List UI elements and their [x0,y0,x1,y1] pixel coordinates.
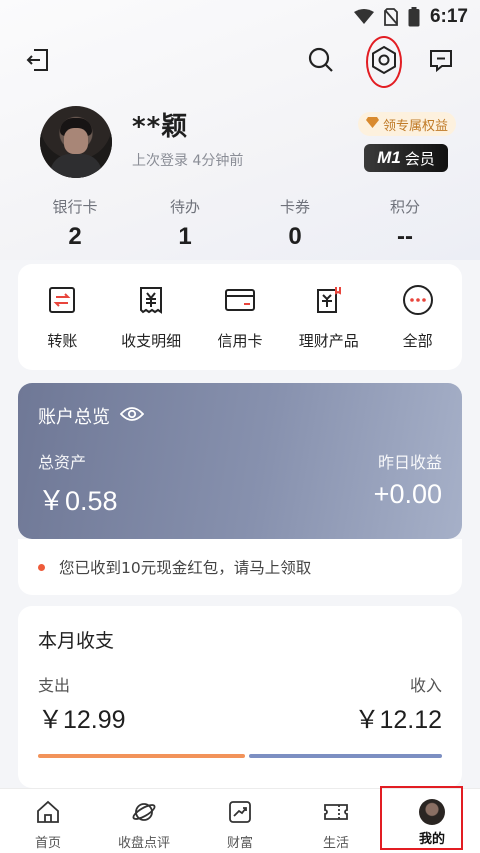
stat-value: 1 [178,223,192,250]
wifi-icon [353,9,374,25]
settings-highlight [366,36,402,88]
search-button[interactable] [303,44,339,80]
quick-action-label: 信用卡 [217,332,263,350]
mine-tab-highlight [380,786,463,850]
quick-action-bill-details[interactable]: 收支明细 [107,282,195,370]
search-icon [307,46,335,78]
nav-label: 财富 [226,836,253,851]
message-icon [428,47,454,77]
more-icon [400,282,436,318]
avatar-body [50,154,102,178]
quick-action-transfer[interactable]: 转账 [18,282,106,370]
exclusive-perks-badge[interactable]: 领专属权益 [358,112,457,136]
yesterday-earnings-value: +0.00 [373,479,442,509]
account-stats: 银行卡 2 待办 1 卡券 0 积分 -- [20,196,460,258]
logout-button[interactable] [20,44,56,80]
member-badge[interactable]: M1 会员 [364,144,448,172]
stat-value: -- [397,223,413,250]
ticket-icon [322,799,350,829]
income-value: ￥12.12 [354,706,442,734]
expense-value: ￥12.99 [38,706,126,734]
expense-bar [38,754,245,758]
stat-todo[interactable]: 待办 1 [130,196,240,258]
nav-label: 生活 [322,836,349,851]
logout-icon [25,47,51,77]
stat-label: 积分 [389,198,420,216]
user-name: **颖 [132,112,189,142]
no-sim-icon [384,8,398,26]
planet-icon [131,799,157,829]
wealth-product-icon [311,282,347,318]
avatar-face [64,128,88,154]
monthly-title: 本月收支 [38,630,115,652]
nav-home[interactable]: 首页 [0,789,96,853]
home-icon [35,799,61,829]
quick-actions-card: 转账 收支明细 信用卡 理财产品 全部 [18,264,462,370]
nav-life[interactable]: 生活 [288,789,384,853]
quick-action-all[interactable]: 全部 [374,282,462,370]
monthly-summary-card[interactable]: 本月收支 支出 收入 ￥12.99 ￥12.12 [18,606,462,788]
quick-action-label: 理财产品 [298,332,359,350]
perk-label: 领专属权益 [383,118,449,134]
stat-label: 银行卡 [52,198,98,216]
overview-title: 账户总览 [38,407,110,428]
status-bar: 6:17 [0,0,480,34]
top-toolbar [0,38,480,86]
stat-bank-cards[interactable]: 银行卡 2 [20,196,130,258]
income-bar [248,754,442,758]
stat-coupons[interactable]: 卡券 0 [240,196,350,258]
stat-value: 0 [288,223,302,250]
clock: 6:17 [429,6,468,27]
stat-label: 卡券 [279,198,310,216]
nav-wealth[interactable]: 财富 [192,789,288,853]
expense-label: 支出 [38,676,71,695]
bill-icon [133,282,169,318]
quick-action-label: 转账 [47,332,78,350]
total-assets-label: 总资产 [38,453,87,472]
income-expense-bar [38,754,442,758]
stat-value: 2 [68,223,82,250]
red-packet-notice[interactable]: 您已收到10元现金红包，请马上领取 [18,539,462,595]
credit-card-icon [222,282,258,318]
quick-action-label: 收支明细 [121,332,182,350]
stat-points[interactable]: 积分 -- [350,196,460,258]
last-login-text: 上次登录 4分钟前 [132,153,244,169]
stat-label: 待办 [169,198,200,216]
income-label: 收入 [409,676,442,695]
member-tier: M1 [377,148,401,167]
transfer-icon [44,282,80,318]
message-button[interactable] [423,44,459,80]
avatar[interactable] [40,106,112,178]
total-assets-value: ￥0.58 [38,486,118,516]
diamond-icon [366,116,379,132]
nav-label: 收盘点评 [117,836,170,851]
quick-action-credit-card[interactable]: 信用卡 [196,282,284,370]
chart-trend-icon [227,799,253,829]
nav-market-review[interactable]: 收盘点评 [96,789,192,853]
eye-icon[interactable] [119,406,145,427]
account-overview-card[interactable]: 账户总览 总资产 昨日收益 ￥0.58 +0.00 [18,383,462,539]
battery-icon [408,7,420,27]
member-label: 会员 [404,149,435,168]
notice-dot [38,563,45,571]
yesterday-earnings-label: 昨日收益 [377,453,442,472]
overview-title-row: 账户总览 [38,403,145,429]
quick-action-wealth-products[interactable]: 理财产品 [285,282,373,370]
nav-label: 首页 [34,836,61,851]
notice-text: 您已收到10元现金红包，请马上领取 [59,559,312,577]
quick-action-label: 全部 [402,332,433,350]
